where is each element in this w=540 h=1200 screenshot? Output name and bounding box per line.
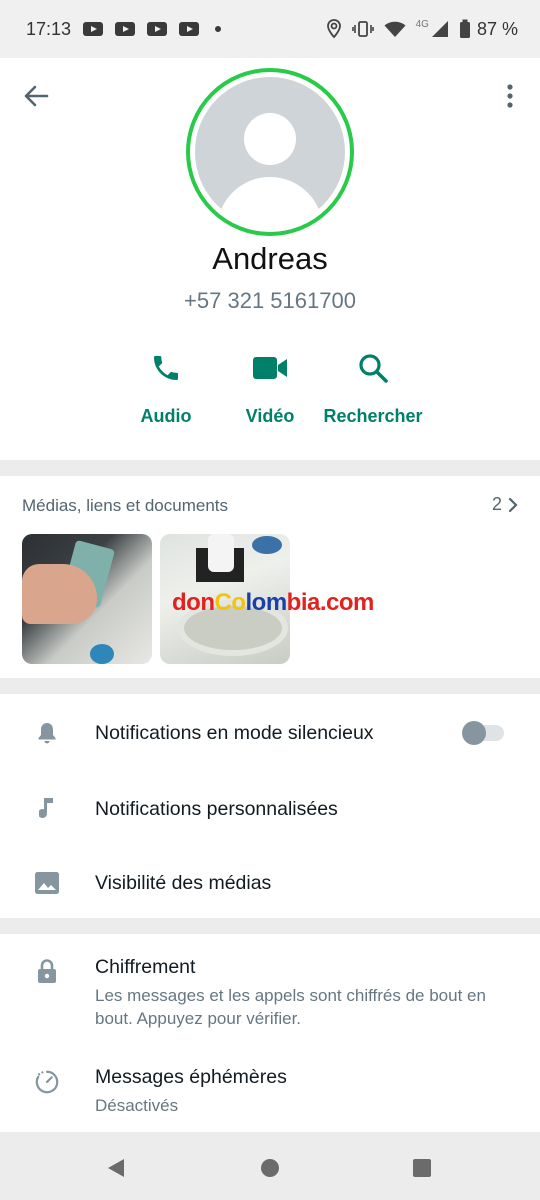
search-button[interactable]: Rechercher [318, 348, 428, 427]
custom-notifications-label: Notifications personnalisées [95, 797, 338, 820]
system-home-button[interactable] [258, 1156, 282, 1180]
battery-icon [459, 19, 470, 38]
bell-icon [38, 723, 56, 744]
media-thumbnail[interactable] [22, 534, 152, 664]
default-avatar-icon [195, 77, 345, 227]
youtube-icon [83, 22, 104, 36]
more-notifications-dot-icon [215, 26, 222, 32]
privacy-settings: Chiffrement Les messages et les appels s… [0, 934, 540, 1132]
encryption-subtitle: Les messages et les appels sont chiffrés… [95, 986, 486, 1028]
square-recents-icon [413, 1159, 431, 1177]
music-note-icon [39, 798, 53, 819]
back-arrow-icon [24, 85, 49, 107]
more-vert-icon [507, 84, 513, 108]
timer-icon [35, 1070, 59, 1094]
media-section-title: Médias, liens et documents [22, 496, 228, 515]
search-icon [359, 354, 388, 383]
location-icon [326, 19, 341, 39]
vibrate-icon [351, 21, 374, 37]
profile-photo[interactable] [186, 68, 354, 236]
notification-settings: Notifications en mode silencieux Notific… [0, 694, 540, 918]
ephemeral-messages-row[interactable]: Messages éphémères Désactivés [0, 1066, 540, 1122]
media-count-link[interactable]: 2 [492, 494, 518, 515]
audio-call-button[interactable]: Audio [126, 348, 206, 427]
image-icon [35, 872, 59, 894]
status-bar: 17:13 4G 87 % [0, 0, 540, 58]
youtube-icon [147, 22, 168, 36]
contact-header: Andreas +57 321 5161700 Audio Vidéo Rech… [0, 58, 540, 460]
audio-label: Audio [140, 406, 192, 426]
system-recents-button[interactable] [410, 1156, 434, 1180]
circle-home-icon [261, 1159, 279, 1177]
video-camera-icon [253, 357, 287, 379]
silent-notifications-toggle[interactable] [462, 721, 506, 745]
custom-notifications-row[interactable]: Notifications personnalisées [0, 772, 540, 846]
signal-icon [431, 21, 448, 37]
encryption-title: Chiffrement [95, 956, 196, 978]
media-visibility-label: Visibilité des médias [95, 871, 272, 894]
video-call-button[interactable]: Vidéo [230, 348, 310, 427]
media-visibility-row[interactable]: Visibilité des médias [0, 846, 540, 920]
status-time: 17:13 [26, 18, 72, 39]
ephemeral-messages-status: Désactivés [95, 1096, 179, 1115]
silent-notifications-row[interactable]: Notifications en mode silencieux [0, 696, 540, 770]
system-navigation-bar [0, 1136, 540, 1200]
network-type: 4G [415, 18, 429, 30]
back-button[interactable] [22, 82, 50, 110]
phone-icon [154, 356, 178, 380]
lock-icon [38, 959, 56, 983]
youtube-icon [179, 22, 200, 36]
system-back-button[interactable] [104, 1156, 128, 1180]
silent-notifications-label: Notifications en mode silencieux [95, 721, 374, 744]
battery-percent: 87 % [476, 18, 518, 39]
chevron-right-icon [508, 497, 518, 512]
encryption-row[interactable]: Chiffrement Les messages et les appels s… [0, 956, 540, 1032]
more-options-button[interactable] [500, 82, 520, 110]
contact-phone: +57 321 5161700 [184, 288, 356, 313]
video-label: Vidéo [245, 406, 295, 426]
youtube-icon [115, 22, 136, 36]
wifi-icon [384, 21, 406, 37]
contact-name: Andreas [212, 241, 328, 276]
search-label: Rechercher [323, 406, 423, 426]
media-count: 2 [491, 494, 502, 514]
watermark: donColombia.com [172, 589, 374, 616]
ephemeral-messages-title: Messages éphémères [95, 1066, 287, 1088]
triangle-back-icon [108, 1159, 124, 1177]
media-section: Médias, liens et documents 2 donColombia… [0, 476, 540, 678]
